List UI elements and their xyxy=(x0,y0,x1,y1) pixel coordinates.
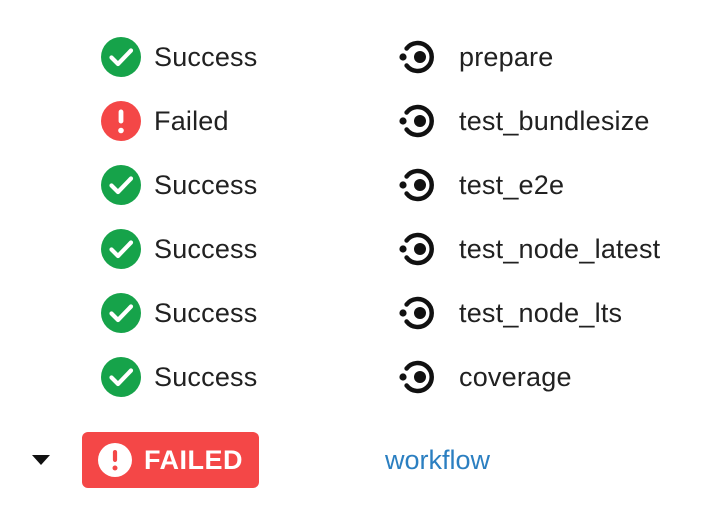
workflow-row: FAILED workflow xyxy=(0,428,710,492)
job-name: coverage xyxy=(459,361,572,392)
job-status-label: Success xyxy=(154,233,258,264)
job-row-coverage: Success coverage xyxy=(0,345,710,409)
job-row-test-bundlesize: Failed test_bundlesize xyxy=(0,89,710,153)
job-status-label: Success xyxy=(154,297,258,328)
alert-circle-icon xyxy=(101,101,141,141)
job-status: Success xyxy=(101,281,257,345)
check-circle-icon xyxy=(101,229,141,269)
job-name: test_bundlesize xyxy=(459,105,650,136)
job-name: test_e2e xyxy=(459,169,565,200)
job-status: Success xyxy=(101,25,257,89)
check-circle-icon xyxy=(101,37,141,77)
job-step-icon xyxy=(399,296,434,330)
job-status: Success xyxy=(101,345,257,409)
job-name: test_node_latest xyxy=(459,233,661,264)
job-link-test-bundlesize[interactable]: test_bundlesize xyxy=(395,89,650,153)
job-step-icon xyxy=(399,40,434,74)
job-status: Success xyxy=(101,217,257,281)
workflow-status-badge[interactable]: FAILED xyxy=(82,432,259,488)
alert-circle-icon xyxy=(97,443,132,477)
job-link-test-node-lts[interactable]: test_node_lts xyxy=(395,281,622,345)
job-step-icon xyxy=(399,360,434,394)
job-step-icon xyxy=(399,168,434,202)
job-link-test-e2e[interactable]: test_e2e xyxy=(395,153,564,217)
workflow-status-label: FAILED xyxy=(143,444,243,475)
check-circle-icon xyxy=(101,293,141,333)
job-name: prepare xyxy=(459,41,554,72)
check-circle-icon xyxy=(101,357,141,397)
job-name: test_node_lts xyxy=(459,297,623,328)
job-status: Failed xyxy=(101,89,229,153)
job-row-test-node-lts: Success test_node_lts xyxy=(0,281,710,345)
job-status-label: Success xyxy=(154,41,258,72)
job-status: Success xyxy=(101,153,257,217)
job-link-coverage[interactable]: coverage xyxy=(395,345,572,409)
job-link-prepare[interactable]: prepare xyxy=(395,25,553,89)
job-step-icon xyxy=(399,104,434,138)
job-status-label: Success xyxy=(154,169,258,200)
workflow-link[interactable]: workflow xyxy=(385,428,490,492)
caret-down-icon[interactable] xyxy=(30,450,52,470)
job-row-prepare: Success prepare xyxy=(0,25,710,89)
job-status-label: Success xyxy=(154,361,258,392)
check-circle-icon xyxy=(101,165,141,205)
job-status-label: Failed xyxy=(154,105,229,136)
job-row-test-e2e: Success test_e2e xyxy=(0,153,710,217)
job-step-icon xyxy=(399,232,434,266)
job-row-test-node-latest: Success test_node_latest xyxy=(0,217,710,281)
job-link-test-node-latest[interactable]: test_node_latest xyxy=(395,217,660,281)
